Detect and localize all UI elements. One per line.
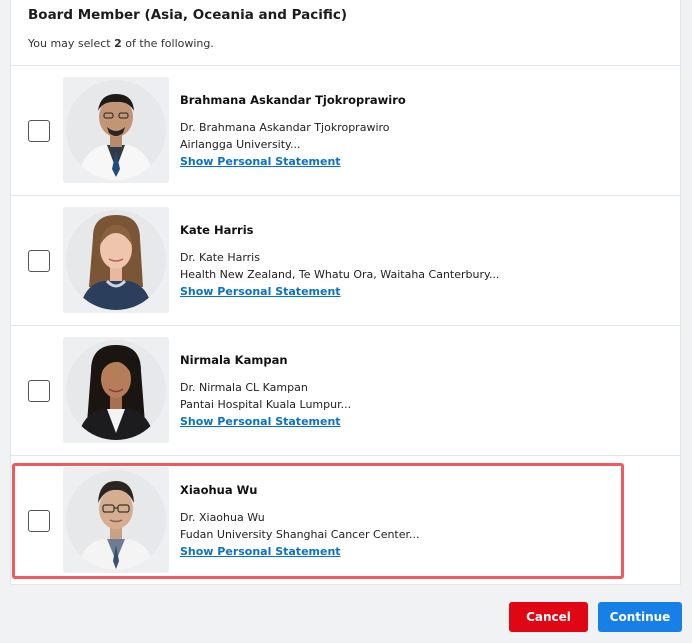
section-title: Board Member (Asia, Oceania and Pacific) <box>28 7 348 23</box>
continue-button[interactable]: Continue <box>598 602 682 632</box>
candidate-full-name: Dr. Xiaohua Wu <box>180 511 265 524</box>
candidate-name: Xiaohua Wu <box>180 483 258 497</box>
candidate-organization: Airlangga University... <box>180 138 301 151</box>
candidate-full-name: Dr. Kate Harris <box>180 251 260 264</box>
ballot-panel: Board Member (Asia, Oceania and Pacific)… <box>10 0 681 585</box>
candidate-photo <box>63 337 169 443</box>
candidate-photo <box>63 77 169 183</box>
show-personal-statement-link[interactable]: Show Personal Statement <box>180 415 341 428</box>
candidate-organization: Health New Zealand, Te Whatu Ora, Waitah… <box>180 268 500 281</box>
candidate-photo <box>63 467 169 573</box>
candidate-checkbox[interactable] <box>28 380 50 402</box>
candidate-row: Nirmala Kampan Dr. Nirmala CL Kampan Pan… <box>11 326 680 456</box>
cancel-button[interactable]: Cancel <box>509 602 588 632</box>
candidate-row: Brahmana Askandar Tjokroprawiro Dr. Brah… <box>11 66 680 196</box>
candidate-name: Kate Harris <box>180 223 254 237</box>
candidate-full-name: Dr. Nirmala CL Kampan <box>180 381 308 394</box>
candidate-full-name: Dr. Brahmana Askandar Tjokroprawiro <box>180 121 390 134</box>
candidate-organization: Fudan University Shanghai Cancer Center.… <box>180 528 420 541</box>
candidate-photo <box>63 207 169 313</box>
section-header: Board Member (Asia, Oceania and Pacific)… <box>11 0 680 66</box>
instruction-suffix: of the following. <box>121 37 214 50</box>
show-personal-statement-link[interactable]: Show Personal Statement <box>180 155 341 168</box>
candidate-organization: Pantai Hospital Kuala Lumpur... <box>180 398 352 411</box>
candidate-name: Nirmala Kampan <box>180 353 288 367</box>
candidate-row: Xiaohua Wu Dr. Xiaohua Wu Fudan Universi… <box>11 456 680 586</box>
show-personal-statement-link[interactable]: Show Personal Statement <box>180 285 341 298</box>
show-personal-statement-link[interactable]: Show Personal Statement <box>180 545 341 558</box>
candidate-checkbox[interactable] <box>28 510 50 532</box>
candidate-checkbox[interactable] <box>28 120 50 142</box>
candidate-checkbox[interactable] <box>28 250 50 272</box>
candidate-row: Kate Harris Dr. Kate Harris Health New Z… <box>11 196 680 326</box>
instruction-prefix: You may select <box>28 37 115 50</box>
selection-instruction: You may select 2 of the following. <box>28 37 214 50</box>
candidate-name: Brahmana Askandar Tjokroprawiro <box>180 93 406 107</box>
selection-count: 2 <box>114 37 122 50</box>
